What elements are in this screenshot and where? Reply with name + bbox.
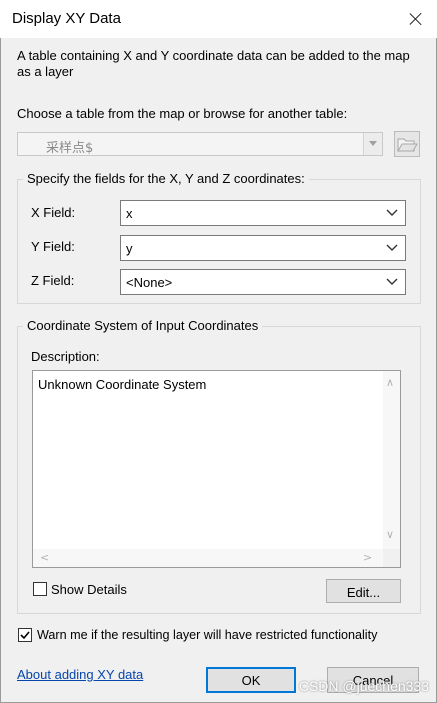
choose-table-label: Choose a table from the map or browse fo…	[17, 106, 348, 121]
fields-group-legend: Specify the fields for the X, Y and Z co…	[23, 171, 309, 186]
scroll-right-icon[interactable]: >	[363, 552, 372, 563]
scroll-corner	[383, 549, 400, 567]
z-field-label: Z Field:	[31, 273, 75, 288]
z-field-value: <None>	[126, 275, 173, 290]
scroll-left-icon[interactable]: <	[40, 552, 49, 563]
intro-text: A table containing X and Y coordinate da…	[17, 48, 410, 79]
coord-group-legend: Coordinate System of Input Coordinates	[23, 318, 263, 333]
x-field-value: x	[126, 206, 133, 221]
warn-label[interactable]: Warn me if the resulting layer will have…	[37, 628, 377, 642]
chevron-down-icon[interactable]	[363, 133, 382, 155]
table-select[interactable]: 采样点$	[17, 132, 383, 156]
warn-checkbox[interactable]	[18, 628, 32, 642]
show-details-checkbox[interactable]	[33, 582, 47, 596]
x-field-select[interactable]: x	[120, 200, 406, 226]
chevron-down-icon[interactable]	[386, 277, 398, 287]
ok-button-label: OK	[241, 673, 261, 688]
open-folder-icon	[397, 138, 418, 152]
watermark-text: CSDN @juechen333	[298, 678, 429, 694]
edit-button-label: Edit...	[346, 585, 381, 600]
x-field-label: X Field:	[31, 205, 76, 220]
y-field-label: Y Field:	[31, 239, 75, 254]
edit-button[interactable]: Edit...	[326, 579, 401, 603]
about-xy-data-link[interactable]: About adding XY data	[17, 667, 143, 682]
browse-button[interactable]	[394, 131, 420, 157]
description-text: Unknown Coordinate System	[38, 377, 207, 392]
scroll-down-icon[interactable]: ∨	[386, 529, 394, 540]
ok-button[interactable]: OK	[206, 667, 296, 693]
chevron-down-icon[interactable]	[386, 208, 398, 218]
window-title: Display XY Data	[12, 10, 121, 27]
scroll-up-icon[interactable]: ∧	[386, 377, 394, 388]
vertical-scrollbar[interactable]: ∧ ∨	[383, 371, 400, 549]
z-field-select[interactable]: <None>	[120, 269, 406, 295]
y-field-value: y	[126, 241, 133, 256]
table-select-value: 采样点$	[46, 141, 94, 156]
description-label: Description:	[31, 349, 100, 364]
close-icon[interactable]	[403, 6, 429, 32]
chevron-down-icon[interactable]	[386, 243, 398, 253]
description-textarea[interactable]: Unknown Coordinate System ∧ ∨ < >	[32, 370, 401, 568]
y-field-select[interactable]: y	[120, 235, 406, 261]
checkmark-icon	[20, 631, 30, 640]
title-bar: Display XY Data	[0, 0, 437, 38]
horizontal-scrollbar[interactable]: < >	[33, 549, 383, 567]
show-details-label[interactable]: Show Details	[51, 582, 127, 597]
